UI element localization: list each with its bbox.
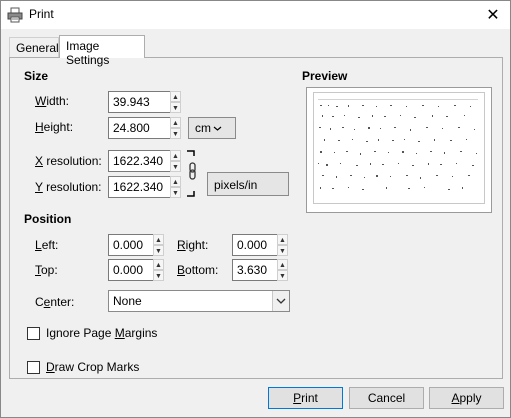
top-stepper[interactable]: ▲ ▼	[153, 259, 164, 281]
apply-button[interactable]: Apply	[429, 387, 504, 409]
preview-heading: Preview	[302, 69, 348, 83]
tab-image-settings[interactable]: Image Settings	[59, 35, 145, 67]
down-arrow-icon[interactable]: ▼	[153, 245, 164, 256]
y-resolution-input[interactable]	[108, 176, 171, 198]
up-arrow-icon[interactable]: ▲	[153, 234, 164, 245]
right-label: Right:	[177, 238, 209, 252]
down-arrow-icon[interactable]: ▼	[277, 270, 288, 281]
preview-frame	[306, 87, 492, 213]
x-resolution-label: X resolution:	[35, 154, 102, 168]
height-label: Height:	[35, 120, 74, 134]
left-spinner[interactable]: ▲▼	[108, 234, 164, 256]
down-arrow-icon[interactable]: ▼	[170, 161, 181, 172]
width-label: Width:	[35, 94, 70, 108]
y-resolution-stepper[interactable]: ▲ ▼	[170, 176, 181, 198]
left-input[interactable]	[108, 234, 154, 256]
printer-icon	[7, 7, 23, 23]
center-label: Center:	[35, 295, 75, 309]
width-input[interactable]	[108, 91, 171, 113]
up-arrow-icon[interactable]: ▲	[170, 150, 181, 161]
print-button[interactable]: Print	[268, 387, 343, 409]
tab-general[interactable]: General	[9, 37, 59, 57]
down-arrow-icon[interactable]: ▼	[170, 102, 181, 113]
right-spinner[interactable]: ▲▼	[232, 234, 288, 256]
height-stepper[interactable]: ▲ ▼	[170, 117, 181, 139]
image-settings-panel: Size Width: ▲▼ Height: ▲▼ cm X resolutio…	[9, 57, 503, 379]
size-unit-dropdown[interactable]: cm	[188, 117, 236, 139]
preview-image	[313, 92, 485, 204]
height-input[interactable]	[108, 117, 171, 139]
center-value: None	[113, 294, 142, 308]
height-spinner[interactable]: ▲▼	[108, 117, 182, 139]
size-heading: Size	[24, 69, 49, 83]
left-stepper[interactable]: ▲ ▼	[153, 234, 164, 256]
down-arrow-icon[interactable]: ▼	[153, 270, 164, 281]
down-arrow-icon[interactable]: ▼	[170, 128, 181, 139]
up-arrow-icon[interactable]: ▲	[170, 91, 181, 102]
right-input[interactable]	[232, 234, 278, 256]
ignore-page-margins-label: Ignore Page Margins	[46, 326, 158, 340]
left-label: Left:	[35, 238, 59, 252]
up-arrow-icon[interactable]: ▲	[170, 176, 181, 187]
resolution-unit-dropdown[interactable]: pixels/in	[207, 172, 289, 196]
up-arrow-icon[interactable]: ▲	[277, 259, 288, 270]
print-dialog: Print ✕ General Image Settings Size Widt…	[0, 0, 511, 418]
y-resolution-spinner[interactable]: ▲▼	[108, 176, 182, 198]
title-bar: Print ✕	[1, 1, 510, 29]
chevron-down-icon	[213, 126, 222, 131]
up-arrow-icon[interactable]: ▲	[170, 117, 181, 128]
down-arrow-icon[interactable]: ▼	[170, 187, 181, 198]
center-dropdown[interactable]: None	[108, 290, 290, 312]
width-stepper[interactable]: ▲ ▼	[170, 91, 181, 113]
y-resolution-label: Y resolution:	[35, 180, 102, 194]
up-arrow-icon[interactable]: ▲	[153, 259, 164, 270]
close-icon[interactable]: ✕	[476, 1, 510, 29]
top-label: Top:	[35, 263, 58, 277]
bottom-label: Bottom:	[177, 263, 219, 277]
window-title: Print	[29, 7, 54, 21]
right-stepper[interactable]: ▲ ▼	[277, 234, 288, 256]
x-resolution-input[interactable]	[108, 150, 171, 172]
checkbox-box[interactable]	[27, 326, 40, 340]
preview-thumbnail	[318, 99, 478, 190]
ignore-page-margins-checkbox[interactable]: Ignore Page Margins	[27, 326, 157, 340]
size-unit-value: cm	[195, 121, 211, 135]
width-spinner[interactable]: ▲▼	[108, 91, 182, 113]
up-arrow-icon[interactable]: ▲	[277, 234, 288, 245]
bottom-spinner[interactable]: ▲▼	[232, 259, 288, 281]
x-resolution-stepper[interactable]: ▲ ▼	[170, 150, 181, 172]
chevron-down-icon[interactable]	[272, 291, 289, 311]
position-heading: Position	[24, 212, 72, 226]
down-arrow-icon[interactable]: ▼	[277, 245, 288, 256]
x-resolution-spinner[interactable]: ▲▼	[108, 150, 182, 172]
checkbox-box[interactable]	[27, 360, 40, 374]
draw-crop-marks-label: Draw Crop Marks	[46, 360, 140, 374]
top-input[interactable]	[108, 259, 154, 281]
bottom-stepper[interactable]: ▲ ▼	[277, 259, 288, 281]
draw-crop-marks-checkbox[interactable]: Draw Crop Marks	[27, 360, 139, 374]
chain-link-icon[interactable]	[185, 150, 197, 198]
bottom-input[interactable]	[232, 259, 278, 281]
cancel-button[interactable]: Cancel	[349, 387, 424, 409]
top-spinner[interactable]: ▲▼	[108, 259, 164, 281]
